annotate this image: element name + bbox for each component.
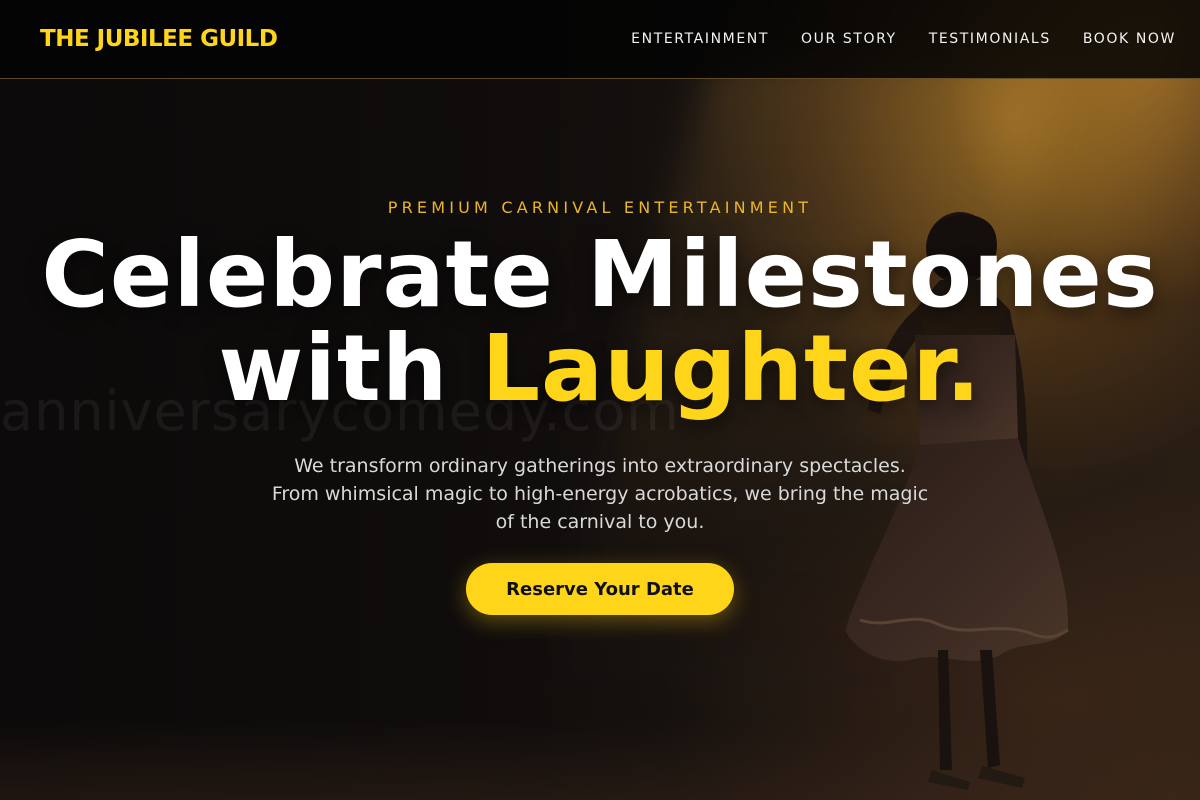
headline-line-1: Celebrate Milestones [41, 221, 1159, 328]
headline-accent-word: Laughter. [481, 315, 982, 422]
hero-description: We transform ordinary gatherings into ex… [271, 455, 929, 533]
top-navbar: THE JUBILEE GUILD ENTERTAINMENT OUR STOR… [0, 0, 1200, 79]
hero-section: PREMIUM CARNIVAL ENTERTAINMENT Celebrate… [0, 0, 1200, 800]
hero-headline: Celebrate Milestones with Laughter. [0, 228, 1200, 416]
brand-logo[interactable]: THE JUBILEE GUILD [40, 26, 278, 52]
nav-link-testimonials[interactable]: TESTIMONIALS [929, 31, 1051, 47]
nav-link-book-now[interactable]: BOOK NOW [1083, 31, 1176, 47]
hero-eyebrow: PREMIUM CARNIVAL ENTERTAINMENT [387, 198, 813, 217]
headline-line-2-prefix: with [218, 315, 482, 422]
nav-links: ENTERTAINMENT OUR STORY TESTIMONIALS BOO… [631, 31, 1176, 47]
nav-link-our-story[interactable]: OUR STORY [801, 31, 897, 47]
reserve-date-button[interactable]: Reserve Your Date [466, 563, 734, 615]
landing-page: THE JUBILEE GUILD ENTERTAINMENT OUR STOR… [0, 0, 1200, 800]
nav-link-entertainment[interactable]: ENTERTAINMENT [631, 31, 769, 47]
